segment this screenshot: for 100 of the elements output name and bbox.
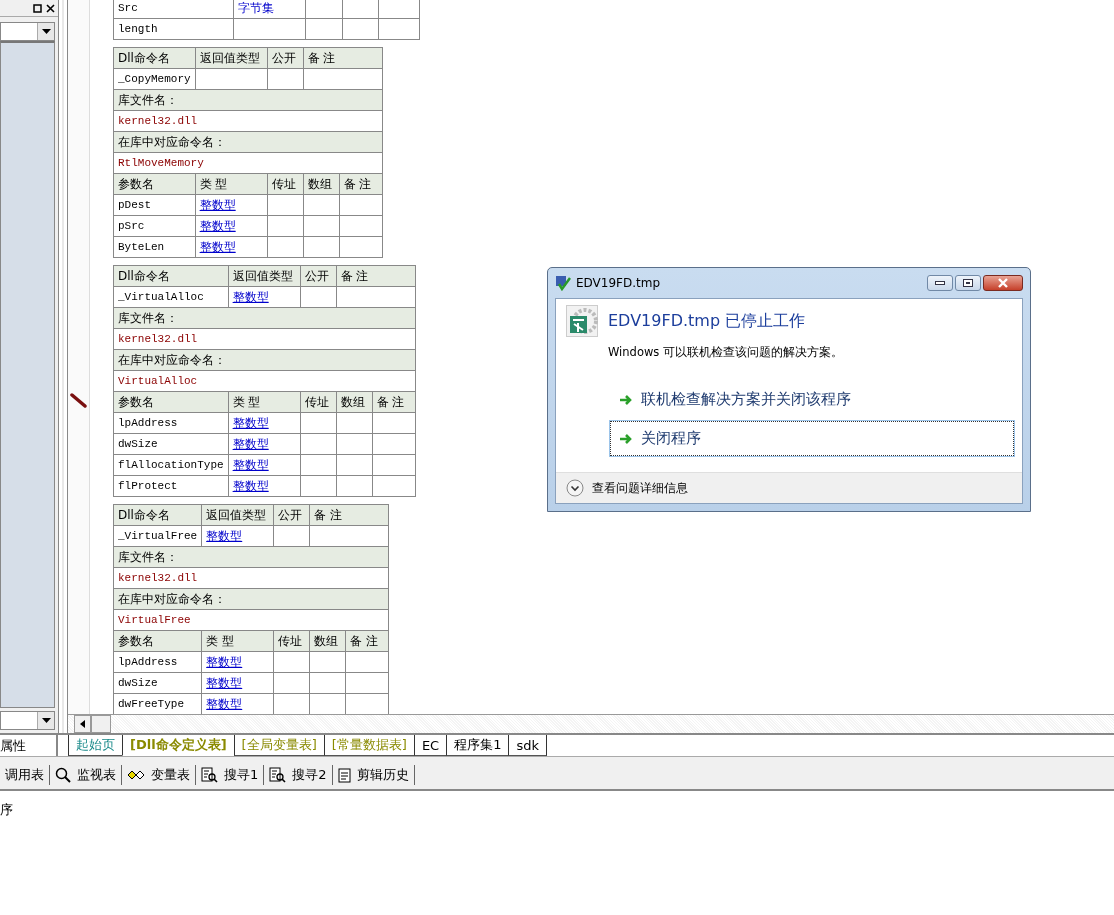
table-cell bbox=[339, 216, 383, 237]
param-name-cell: ByteLen bbox=[114, 237, 196, 258]
search-icon bbox=[55, 767, 71, 783]
properties-tab[interactable]: 属性 bbox=[0, 735, 58, 756]
param-name-cell: flProtect bbox=[114, 476, 229, 497]
column-header: Dll命令名 bbox=[114, 266, 229, 287]
type-link[interactable]: 整数型 bbox=[228, 434, 301, 455]
column-header: 备 注 bbox=[310, 505, 390, 526]
type-link[interactable]: 整数型 bbox=[195, 195, 268, 216]
column-header: 备 注 bbox=[339, 174, 383, 195]
dropdown-field[interactable] bbox=[0, 711, 55, 730]
table-cell bbox=[267, 69, 304, 90]
table-cell bbox=[336, 476, 373, 497]
toolbar-button[interactable]: 调用表 bbox=[0, 765, 50, 785]
param-name-cell: pSrc bbox=[114, 216, 196, 237]
type-link[interactable]: 整数型 bbox=[195, 216, 268, 237]
column-header: 类 型 bbox=[195, 174, 268, 195]
table-cell bbox=[300, 413, 337, 434]
table-cell bbox=[267, 237, 304, 258]
document-tab[interactable]: [全局变量表] bbox=[233, 735, 325, 756]
param-name-cell: lpAddress bbox=[114, 413, 229, 434]
table-cell bbox=[303, 237, 340, 258]
left-arrow-icon bbox=[80, 720, 85, 728]
document-tab[interactable]: sdk bbox=[508, 735, 548, 756]
entry-name-cell: VirtualAlloc bbox=[114, 371, 416, 392]
column-header: 传址 bbox=[300, 392, 337, 413]
document-tab[interactable]: 程序集1 bbox=[446, 735, 510, 756]
maximize-button[interactable] bbox=[955, 275, 981, 291]
table-cell bbox=[372, 476, 416, 497]
dialog-option-button[interactable]: 关闭程序 bbox=[610, 421, 1014, 456]
scroll-thumb[interactable] bbox=[91, 715, 111, 733]
table-cell bbox=[306, 19, 343, 40]
param-name-cell: lpAddress bbox=[114, 652, 203, 673]
table-cell bbox=[300, 434, 337, 455]
maximize-icon[interactable] bbox=[32, 2, 43, 14]
column-header: 数组 bbox=[310, 631, 347, 652]
expand-chevron-icon bbox=[566, 479, 584, 497]
close-icon[interactable] bbox=[45, 2, 56, 14]
column-header: 数组 bbox=[336, 392, 373, 413]
column-header: 备 注 bbox=[372, 392, 416, 413]
document-search-icon bbox=[201, 767, 218, 783]
app-icon bbox=[555, 275, 571, 291]
section-label: 在库中对应命令名： bbox=[114, 132, 383, 153]
table-cell bbox=[379, 19, 420, 40]
column-header: 参数名 bbox=[114, 174, 196, 195]
param-name-cell: Src bbox=[114, 0, 234, 19]
dialog-option-button[interactable]: 联机检查解决方案并关闭该程序 bbox=[610, 382, 1014, 417]
table-cell bbox=[310, 652, 347, 673]
minimize-button[interactable] bbox=[927, 275, 953, 291]
toolbar-button[interactable]: 监视表 bbox=[50, 765, 122, 785]
table-cell bbox=[274, 526, 311, 547]
type-link[interactable]: 整数型 bbox=[228, 455, 301, 476]
command-name-cell: _CopyMemory bbox=[114, 69, 196, 90]
toolbar-button[interactable]: 剪辑历史 bbox=[332, 765, 415, 785]
dropdown-arrow-icon[interactable] bbox=[41, 718, 51, 723]
column-header: 返回值类型 bbox=[195, 48, 268, 69]
library-name-cell: kernel32.dll bbox=[114, 329, 416, 350]
column-header: 类 型 bbox=[228, 392, 301, 413]
entry-name-cell: RtlMoveMemory bbox=[114, 153, 383, 174]
error-heading: EDV19FD.tmp 已停止工作 bbox=[608, 310, 806, 332]
table-cell bbox=[303, 195, 340, 216]
type-link[interactable]: 整数型 bbox=[195, 237, 268, 258]
type-link[interactable]: 整数型 bbox=[202, 673, 275, 694]
toolbar-button[interactable]: 变量表 bbox=[122, 765, 196, 785]
scroll-left-button[interactable] bbox=[74, 715, 91, 733]
column-header: 公开 bbox=[274, 505, 311, 526]
table-cell bbox=[300, 476, 337, 497]
table-cell bbox=[346, 673, 390, 694]
table-cell bbox=[372, 455, 416, 476]
table-cell bbox=[339, 195, 383, 216]
table-cell bbox=[339, 237, 383, 258]
error-message: Windows 可以联机检查该问题的解决方案。 bbox=[608, 345, 844, 360]
document-tab[interactable]: 起始页 bbox=[68, 735, 123, 756]
type-link[interactable]: 整数型 bbox=[202, 526, 275, 547]
type-link[interactable]: 整数型 bbox=[202, 652, 275, 673]
document-icon bbox=[337, 767, 351, 783]
type-link[interactable]: 整数型 bbox=[228, 287, 301, 308]
table-cell bbox=[343, 0, 379, 19]
type-link[interactable]: 字节集 bbox=[234, 0, 306, 19]
dropdown-arrow-icon[interactable] bbox=[41, 29, 51, 34]
pencil-icon bbox=[70, 393, 88, 408]
close-button[interactable] bbox=[983, 275, 1023, 291]
library-name-cell: kernel32.dll bbox=[114, 568, 390, 589]
dropdown-field[interactable] bbox=[0, 22, 55, 41]
document-tab[interactable]: [常量数据表] bbox=[323, 735, 415, 756]
table-cell bbox=[336, 413, 373, 434]
toolbar-button[interactable]: 搜寻2 bbox=[264, 765, 333, 785]
type-link[interactable]: 整数型 bbox=[228, 476, 301, 497]
param-name-cell: length bbox=[114, 19, 234, 40]
column-header: 公开 bbox=[267, 48, 304, 69]
table-cell bbox=[343, 19, 379, 40]
details-toggle[interactable]: 查看问题详细信息 bbox=[566, 479, 688, 497]
table-cell bbox=[336, 434, 373, 455]
type-link[interactable]: 整数型 bbox=[228, 413, 301, 434]
column-header: 参数名 bbox=[114, 631, 203, 652]
column-header: 备 注 bbox=[346, 631, 390, 652]
toolbar-button[interactable]: 搜寻1 bbox=[196, 765, 265, 785]
section-label: 在库中对应命令名： bbox=[114, 589, 390, 610]
table-cell bbox=[310, 673, 347, 694]
arrow-right-icon bbox=[619, 432, 633, 445]
